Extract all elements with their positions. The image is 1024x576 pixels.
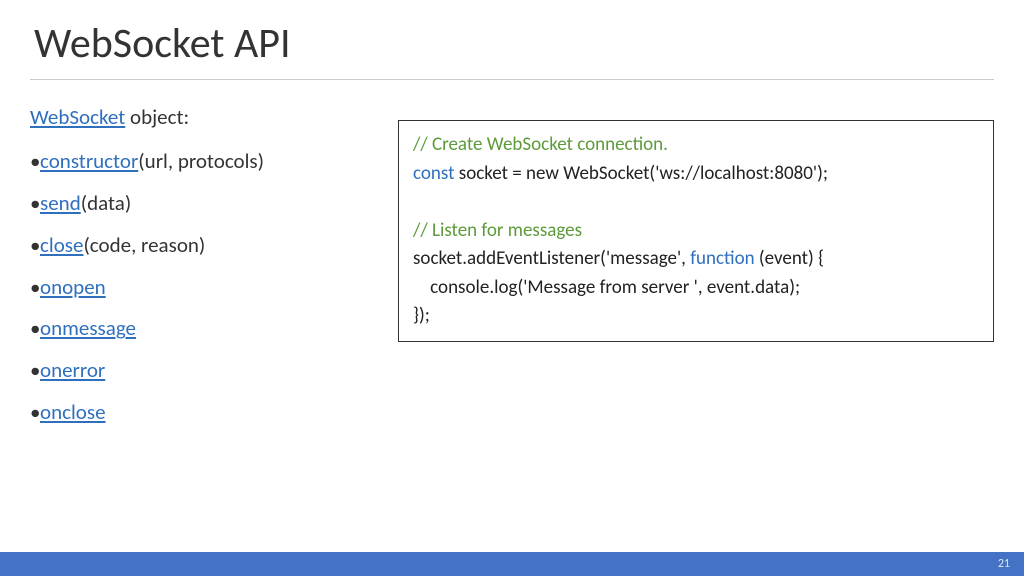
list-item: onmessage	[30, 309, 370, 349]
code-keyword: const	[413, 162, 454, 185]
list-item: onopen	[30, 268, 370, 308]
code-keyword: function	[690, 247, 754, 270]
params: (code, reason)	[83, 232, 205, 258]
slide-content: WebSocket object: constructor(url, proto…	[30, 98, 994, 435]
code-text: (event) {	[755, 247, 824, 270]
code-column: // Create WebSocket connection. const so…	[398, 98, 994, 435]
api-list: constructor(url, protocols) send(data) c…	[30, 142, 370, 433]
params: (url, protocols)	[138, 148, 264, 174]
page-number: 21	[998, 557, 1010, 571]
code-text: });	[413, 304, 430, 327]
constructor-link[interactable]: constructor	[40, 148, 138, 174]
slide: WebSocket API WebSocket object: construc…	[0, 0, 1024, 576]
code-text: socket = new WebSocket('ws://localhost:8…	[454, 162, 827, 185]
title-divider	[30, 79, 994, 80]
list-item: onerror	[30, 351, 370, 391]
list-item: send(data)	[30, 184, 370, 224]
code-comment: // Create WebSocket connection.	[413, 133, 668, 156]
onmessage-link[interactable]: onmessage	[40, 315, 136, 341]
onclose-link[interactable]: onclose	[40, 399, 106, 425]
footer-bar: 21	[0, 552, 1024, 576]
send-link[interactable]: send	[40, 190, 81, 216]
list-item: close(code, reason)	[30, 226, 370, 266]
code-comment: // Listen for messages	[413, 219, 582, 242]
object-line: WebSocket object:	[30, 98, 370, 138]
list-item: constructor(url, protocols)	[30, 142, 370, 182]
code-text: console.log('Message from server ', even…	[413, 276, 800, 299]
onopen-link[interactable]: onopen	[40, 274, 106, 300]
object-suffix: object:	[125, 104, 189, 130]
code-example: // Create WebSocket connection. const so…	[398, 120, 994, 342]
slide-title: WebSocket API	[30, 18, 994, 69]
onerror-link[interactable]: onerror	[40, 357, 105, 383]
api-column: WebSocket object: constructor(url, proto…	[30, 98, 370, 435]
code-text: socket.addEventListener('message',	[413, 247, 690, 270]
params: (data)	[81, 190, 131, 216]
websocket-object-link[interactable]: WebSocket	[30, 104, 125, 130]
close-link[interactable]: close	[40, 232, 83, 258]
list-item: onclose	[30, 393, 370, 433]
